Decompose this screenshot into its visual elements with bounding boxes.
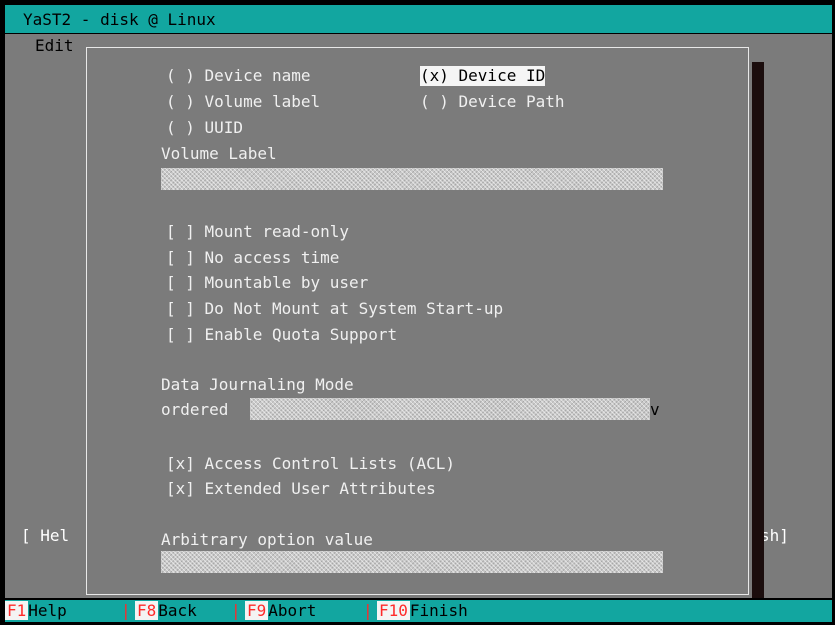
checkbox-mountable-by-user[interactable]: [ ] Mountable by user — [166, 273, 368, 293]
terminal-window: YaST2 - disk @ Linux Edit [ Hel sh] ( ) … — [0, 0, 835, 625]
arbitrary-option-caption: Arbitrary option value — [161, 530, 373, 549]
journaling-mode-combo[interactable] — [250, 398, 650, 420]
radio-uuid[interactable]: ( ) UUID — [166, 118, 243, 138]
volume-label-input[interactable] — [161, 168, 663, 190]
background-edit-label: Edit — [35, 36, 74, 55]
arbitrary-option-input[interactable] — [161, 551, 663, 573]
window-title: YaST2 - disk @ Linux — [23, 10, 216, 29]
journaling-mode-caption: Data Journaling Mode — [161, 375, 354, 394]
function-key-bar: F1 Help | F8 Back | F9 Abort | F10 Finish — [5, 600, 832, 622]
checkbox-do-not-mount[interactable]: [ ] Do Not Mount at System Start-up — [166, 299, 503, 319]
chevron-down-icon[interactable]: v — [650, 400, 660, 420]
fkey-separator: | — [231, 601, 241, 620]
f1-help-key[interactable]: F1 Help — [5, 601, 67, 621]
checkbox-enable-quota[interactable]: [ ] Enable Quota Support — [166, 325, 397, 345]
radio-volume-label[interactable]: ( ) Volume label — [166, 92, 320, 112]
dialog-shadow — [752, 62, 764, 598]
f10-finish-key[interactable]: F10 Finish — [377, 601, 468, 621]
fkey-separator: | — [363, 601, 373, 620]
checkbox-access-control-lists[interactable]: [x] Access Control Lists (ACL) — [166, 454, 455, 474]
radio-device-name[interactable]: ( ) Device name — [166, 66, 311, 86]
volume-label-caption: Volume Label — [161, 144, 277, 163]
checkbox-no-access-time[interactable]: [ ] No access time — [166, 248, 339, 268]
checkbox-extended-user-attributes[interactable]: [x] Extended User Attributes — [166, 479, 436, 499]
background-help-button[interactable]: [ Hel — [21, 526, 69, 546]
radio-device-id[interactable]: (x) Device ID — [420, 66, 546, 86]
journaling-mode-value[interactable]: ordered — [161, 400, 229, 420]
title-bar: YaST2 - disk @ Linux — [5, 5, 832, 34]
background-finish-button[interactable]: sh] — [760, 526, 789, 546]
fkey-separator: | — [121, 601, 131, 620]
checkbox-mount-read-only[interactable]: [ ] Mount read-only — [166, 222, 349, 242]
f9-abort-key[interactable]: F9 Abort — [245, 601, 316, 621]
f8-back-key[interactable]: F8 Back — [135, 601, 197, 621]
radio-device-path[interactable]: ( ) Device Path — [420, 92, 565, 112]
